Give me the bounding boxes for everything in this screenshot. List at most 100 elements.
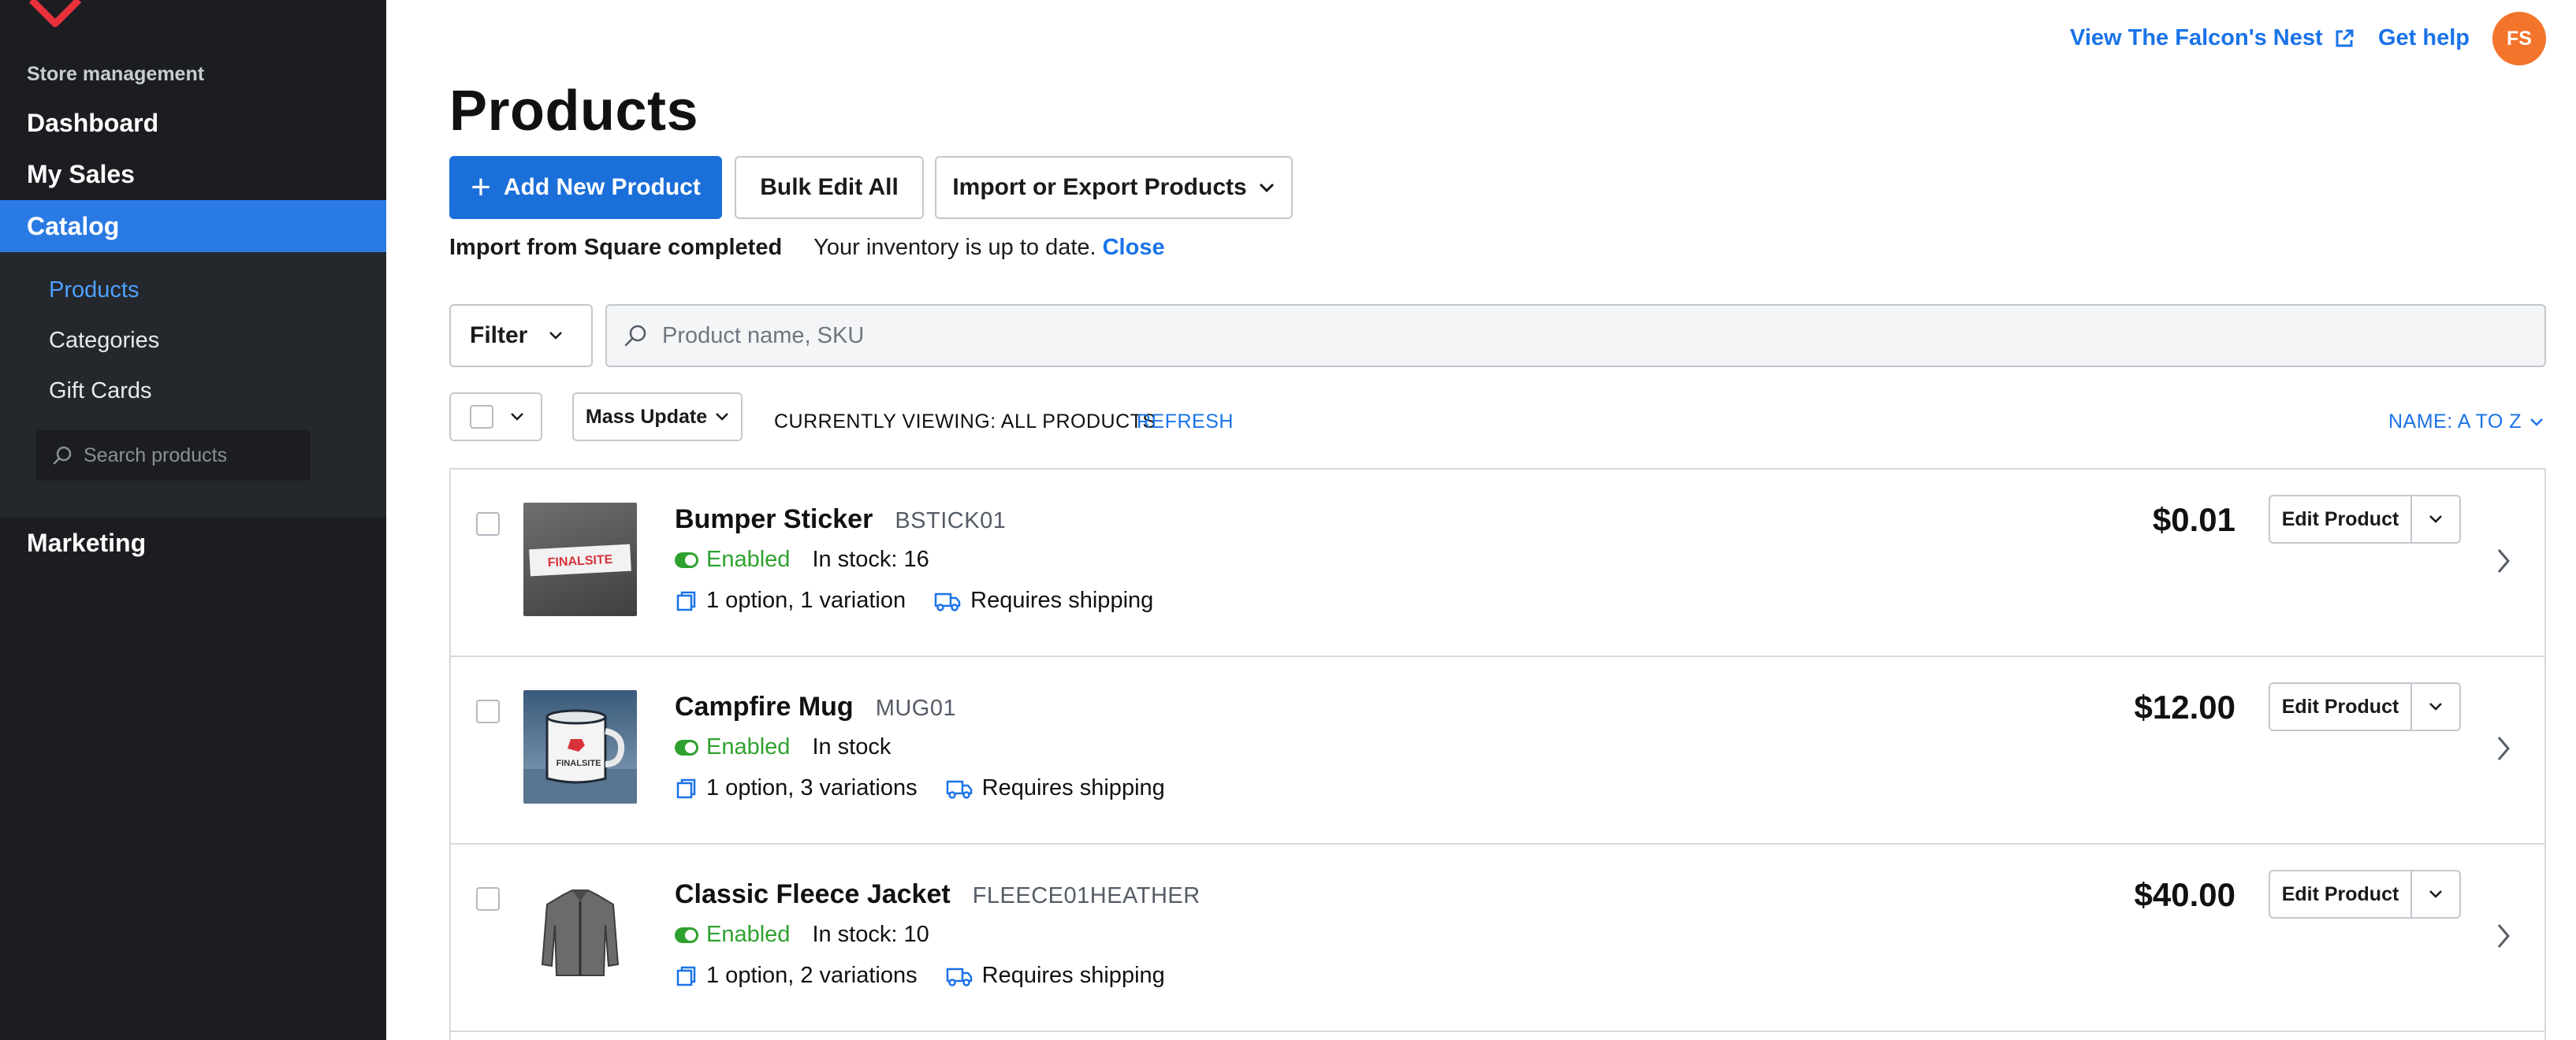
edit-product-menu-button[interactable] <box>2412 496 2459 542</box>
product-options: 1 option, 2 variations <box>706 963 918 988</box>
product-shipping: Requires shipping <box>981 963 1165 988</box>
product-name[interactable]: Bumper Sticker <box>675 504 873 535</box>
sidebar-search-input[interactable]: Search products <box>36 430 311 481</box>
plus-icon: + <box>471 168 491 206</box>
sidebar: Store management Dashboard My Sales Cata… <box>0 0 386 1040</box>
edit-product-button[interactable]: Edit Product <box>2270 871 2412 917</box>
product-meta-line: 1 option, 1 variation Requires shipping <box>675 588 1153 614</box>
shipping-info: Requires shipping <box>946 775 1165 801</box>
product-list: FINALSITE Bumper Sticker BSTICK01 Enable… <box>449 468 2546 1040</box>
refresh-link[interactable]: REFRESH <box>1137 410 1234 433</box>
chevron-right-icon[interactable] <box>2492 733 2515 764</box>
notice-message: Your inventory is up to date. <box>813 235 1096 260</box>
product-meta-line: 1 option, 2 variations Requires shipping <box>675 963 1165 989</box>
bulk-edit-all-button[interactable]: Bulk Edit All <box>735 156 924 219</box>
product-shipping: Requires shipping <box>970 588 1154 613</box>
product-meta-line: 1 option, 3 variations Requires shipping <box>675 775 1165 801</box>
product-search-input[interactable] <box>662 322 2475 349</box>
import-export-label: Import or Export Products <box>952 174 1247 200</box>
product-row[interactable]: Classic Fleece Jacket FLEECE01HEATHER En… <box>451 845 2544 1032</box>
product-name[interactable]: Campfire Mug <box>675 692 854 722</box>
row-checkbox[interactable] <box>476 700 500 723</box>
shipping-info: Requires shipping <box>934 588 1153 614</box>
truck-icon <box>946 780 972 799</box>
submenu-item-products[interactable]: Products <box>49 277 139 303</box>
sort-dropdown[interactable]: NAME: A TO Z <box>2388 410 2544 433</box>
edit-product-group: Edit Product <box>2269 682 2461 731</box>
product-shipping: Requires shipping <box>981 775 1165 800</box>
enabled-toggle-icon <box>675 739 698 756</box>
product-options: 1 option, 1 variation <box>706 588 906 613</box>
notice-heading: Import from Square completed <box>449 235 783 260</box>
product-stock: In stock <box>812 734 892 760</box>
sidebar-item-dashboard[interactable]: Dashboard <box>0 97 386 149</box>
variations-icon <box>676 591 696 611</box>
variations-icon <box>676 966 696 986</box>
notice-close-link[interactable]: Close <box>1103 235 1165 261</box>
variations-icon <box>676 778 696 798</box>
external-link-icon <box>2336 29 2354 46</box>
campfire-mug-image-icon: FINALSITE <box>523 709 637 804</box>
submenu-item-categories[interactable]: Categories <box>49 328 159 354</box>
view-store-link[interactable]: View The Falcon's Nest <box>2070 25 2356 51</box>
enabled-toggle-icon <box>675 552 698 568</box>
product-status: Enabled <box>706 734 791 760</box>
chevron-right-icon[interactable] <box>2492 920 2515 952</box>
get-help-link[interactable]: Get help <box>2378 25 2470 51</box>
select-all-checkbox[interactable] <box>470 405 493 429</box>
product-price: $0.01 <box>2152 501 2235 538</box>
add-new-product-button[interactable]: + Add New Product <box>449 156 722 219</box>
truck-icon <box>934 592 961 611</box>
filter-button[interactable]: Filter <box>449 304 593 367</box>
chevron-down-icon <box>2429 515 2442 523</box>
sidebar-search-placeholder: Search products <box>84 444 228 466</box>
filter-label: Filter <box>470 322 528 348</box>
product-row[interactable]: FINALSITE Bumper Sticker BSTICK01 Enable… <box>451 470 2544 657</box>
product-sku: MUG01 <box>875 696 957 721</box>
brand-logo-icon[interactable] <box>24 0 87 35</box>
product-status-line: Enabled In stock <box>675 734 891 760</box>
product-search-field[interactable] <box>605 304 2546 367</box>
search-icon <box>53 446 72 465</box>
product-thumbnail[interactable]: FINALSITE <box>523 690 637 804</box>
sidebar-item-catalog[interactable]: Catalog <box>0 200 386 252</box>
product-sku: FLEECE01HEATHER <box>972 883 1201 908</box>
user-avatar[interactable]: FS <box>2492 12 2546 65</box>
product-row[interactable]: FINALSITE Campfire Mug MUG01 Enabled In … <box>451 657 2544 845</box>
sidebar-section-label: Store management <box>27 63 205 85</box>
edit-product-button[interactable]: Edit Product <box>2270 496 2412 542</box>
sidebar-item-marketing[interactable]: Marketing <box>0 517 386 569</box>
product-name[interactable]: Classic Fleece Jacket <box>675 879 951 910</box>
fleece-jacket-image-icon <box>541 890 620 976</box>
select-all-dropdown[interactable] <box>449 392 542 441</box>
edit-product-button[interactable]: Edit Product <box>2270 684 2412 730</box>
row-checkbox[interactable] <box>476 512 500 536</box>
product-thumbnail[interactable]: FINALSITE <box>523 503 637 616</box>
chevron-down-icon <box>2429 890 2442 898</box>
app-root: Store management Dashboard My Sales Cata… <box>0 0 2576 1040</box>
product-status-line: Enabled In stock: 10 <box>675 922 929 948</box>
import-export-button[interactable]: Import or Export Products <box>935 156 1293 219</box>
chevron-down-icon <box>511 413 523 421</box>
product-status-line: Enabled In stock: 16 <box>675 547 929 573</box>
product-name-line: Bumper Sticker BSTICK01 <box>675 504 1006 535</box>
product-options: 1 option, 3 variations <box>706 775 918 800</box>
chevron-right-icon[interactable] <box>2492 545 2515 577</box>
edit-product-menu-button[interactable] <box>2412 871 2459 917</box>
mass-update-button[interactable]: Mass Update <box>572 392 743 441</box>
search-icon <box>624 325 646 347</box>
sidebar-item-my-sales[interactable]: My Sales <box>0 148 386 200</box>
product-thumbnail[interactable] <box>523 878 637 991</box>
chevron-down-icon <box>549 332 563 340</box>
product-sku: BSTICK01 <box>895 508 1007 533</box>
product-stock: In stock: 10 <box>812 922 929 947</box>
row-checkbox[interactable] <box>476 887 500 911</box>
product-status: Enabled <box>706 922 791 947</box>
submenu-item-gift-cards[interactable]: Gift Cards <box>49 378 152 404</box>
mass-update-label: Mass Update <box>585 405 708 428</box>
chevron-down-icon <box>1259 183 1274 193</box>
page-title: Products <box>449 80 699 143</box>
view-store-label: View The Falcon's Nest <box>2070 25 2323 50</box>
chevron-down-icon <box>2429 703 2442 711</box>
edit-product-menu-button[interactable] <box>2412 684 2459 730</box>
